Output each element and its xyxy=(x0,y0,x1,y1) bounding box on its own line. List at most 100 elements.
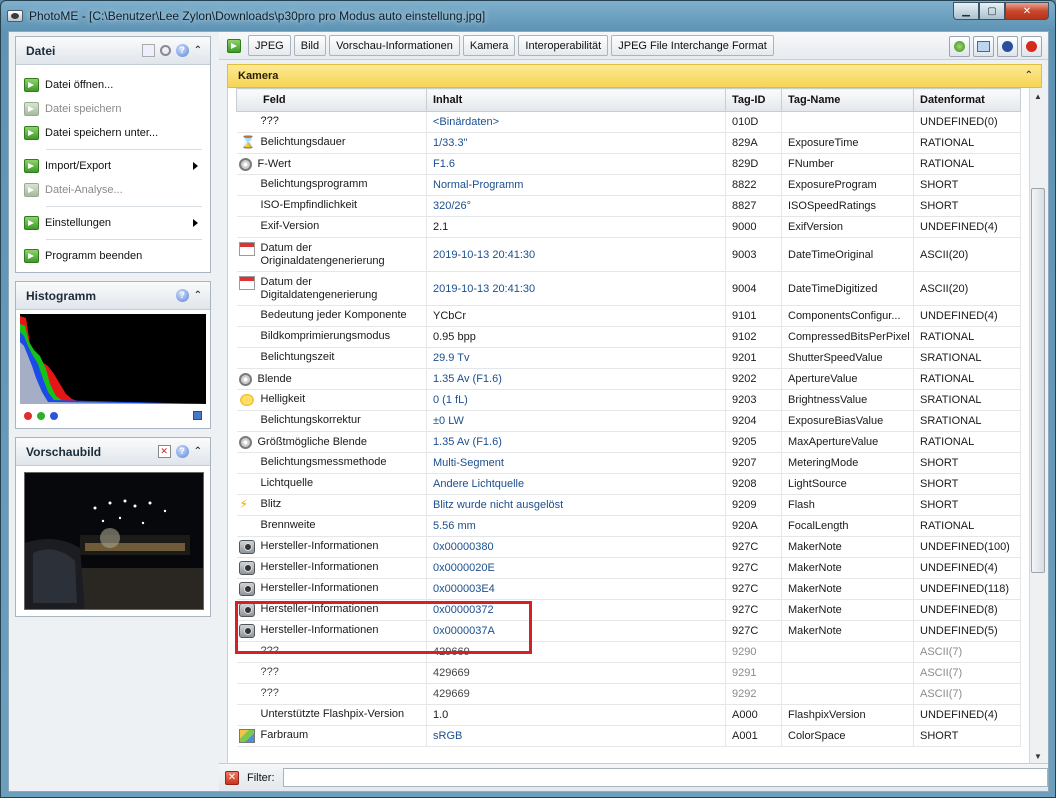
table-row[interactable]: ??? 429669 9292 ASCII(7) xyxy=(236,683,1021,705)
table-row[interactable]: Belichtungszeit 29.9 Tv 9201 ShutterSpeedVa… xyxy=(236,347,1021,369)
preview-panel-header[interactable]: Vorschaubild ✕ ? ⌃ xyxy=(16,438,210,466)
table-row[interactable]: ISO-Empfindlichkeit 320/26° 8827 ISOSpeedRa… xyxy=(236,195,1021,217)
table-row[interactable]: Hersteller-Informationen 0x000003E4 927C Ma… xyxy=(236,578,1021,600)
search-icon[interactable] xyxy=(159,45,171,56)
minimize-button[interactable]: ▁ xyxy=(953,2,979,20)
datei-menu-item[interactable]: Datei speichern unter... xyxy=(24,121,202,145)
blue-channel-toggle[interactable] xyxy=(50,412,58,420)
table-row[interactable]: Helligkeit 0 (1 fL) 9203 BrightnessValue SRA… xyxy=(236,389,1021,411)
green-channel-toggle[interactable] xyxy=(37,412,45,420)
green-arrow-icon xyxy=(24,159,39,173)
column-header[interactable]: Feld xyxy=(236,88,427,112)
table-row[interactable]: Exif-Version 2.1 9000 ExifVersion UNDEFINED(… xyxy=(236,216,1021,238)
thumbnail-container xyxy=(16,466,210,616)
feld-cell: Farbraum xyxy=(236,725,427,747)
feld-cell: ISO-Empfindlichkeit xyxy=(236,195,427,217)
table-row[interactable]: Bildkomprimierungsmodus 0.95 bpp 9102 Compr… xyxy=(236,326,1021,348)
table-row[interactable]: Belichtungsdauer 1/33.3"829AExposureTimeR… xyxy=(236,132,1021,154)
section-header-kamera[interactable]: Kamera ⌃ xyxy=(227,64,1042,88)
column-header[interactable]: Datenformat xyxy=(913,88,1021,112)
column-header[interactable]: Tag-Name xyxy=(781,88,914,112)
table-row[interactable]: Lichtquelle Andere Lichtquelle 9208 LightSo… xyxy=(236,473,1021,495)
red-channel-toggle[interactable] xyxy=(24,412,32,420)
feld-text: ??? xyxy=(260,645,279,657)
web-globe-icon[interactable] xyxy=(949,36,970,57)
table-row[interactable]: Hersteller-Informationen 0x0000037A 927C Ma… xyxy=(236,620,1021,642)
vertical-scrollbar[interactable]: ▲ ▼ xyxy=(1029,88,1046,765)
datei-menu-item[interactable]: Datei öffnen... xyxy=(24,73,202,97)
clear-filter-icon[interactable]: ✕ xyxy=(225,770,239,785)
table-row[interactable]: Belichtungskorrektur ±0 LW 9204 ExposureBia… xyxy=(236,410,1021,432)
datei-menu-item: Datei-Analyse... xyxy=(24,178,202,202)
datenformat-cell: SRATIONAL xyxy=(913,410,1021,432)
category-tab[interactable]: Interoperabilität xyxy=(518,35,609,56)
histogram-export-icon[interactable] xyxy=(193,411,202,420)
copy-icon[interactable] xyxy=(141,44,155,57)
collapse-icon[interactable]: ⌃ xyxy=(194,290,202,301)
table-row[interactable]: F-Wert F1.6 829D FNumber RATIONAL xyxy=(236,153,1021,175)
category-tab[interactable]: JPEG xyxy=(248,35,291,56)
category-tab[interactable]: Bild xyxy=(293,35,327,56)
table-row[interactable]: ??? 429669 9291 ASCII(7) xyxy=(236,662,1021,684)
datei-menu-item[interactable]: Programm beenden xyxy=(24,244,202,268)
table-row[interactable]: Belichtungsprogramm Normal-Programm 8822 Ex… xyxy=(236,174,1021,196)
feld-text: Bedeutung jeder Komponente xyxy=(260,309,407,321)
inhalt-cell: Andere Lichtquelle xyxy=(426,473,726,495)
tag-id-cell: 927C xyxy=(725,557,782,579)
table-row[interactable]: Belichtungsmessmethode Multi-Segment 9207 M… xyxy=(236,452,1021,474)
table-row[interactable]: Datum der Digitaldatengenerierung 2019-10… xyxy=(236,271,1021,306)
collapse-icon[interactable]: ⌃ xyxy=(194,446,202,457)
help-icon[interactable]: ? xyxy=(175,289,189,302)
go-arrow-icon[interactable] xyxy=(227,38,241,53)
table-row[interactable]: Blitz Blitz wurde nicht ausgelöst9209Flas… xyxy=(236,494,1021,516)
datenformat-cell: SRATIONAL xyxy=(913,347,1021,369)
remove-thumbnail-icon[interactable]: ✕ xyxy=(157,445,171,458)
maximize-button[interactable]: ▢ xyxy=(979,2,1005,20)
color-cube-icon xyxy=(238,729,255,743)
table-row[interactable]: ??? <Binärdaten> 010D UNDEFINED(0) xyxy=(236,111,1021,133)
table-row[interactable]: ??? 429669 9290 ASCII(7) xyxy=(236,641,1021,663)
scroll-up-button[interactable]: ▲ xyxy=(1030,88,1046,105)
collapse-icon[interactable]: ⌃ xyxy=(194,45,202,56)
image-view-icon[interactable] xyxy=(973,36,994,57)
datei-panel: Datei ? ⌃ Datei öffnen... Datei speichern… xyxy=(15,36,211,273)
filter-input[interactable] xyxy=(282,768,1048,787)
feld-text: Größtmögliche Blende xyxy=(257,435,367,448)
table-row[interactable]: Brennweite 5.56 mm 920A FocalLength RATIONAL xyxy=(236,515,1021,537)
info-icon[interactable] xyxy=(997,36,1018,57)
tag-id-cell: 9209 xyxy=(725,494,782,516)
category-tab[interactable]: Kamera xyxy=(462,35,516,56)
calendar-icon xyxy=(238,275,255,290)
help-icon[interactable]: ? xyxy=(175,44,189,57)
help-icon[interactable]: ? xyxy=(175,445,189,458)
table-row[interactable]: Hersteller-Informationen 0x0000020E 927C Ma… xyxy=(236,557,1021,579)
table-row[interactable]: Farbraum sRGB A001 ColorSpace SHORT xyxy=(236,725,1021,747)
table-row[interactable]: Größtmögliche Blende 1.35 Av (F1.6) 9205 Ma… xyxy=(236,431,1021,453)
column-header[interactable]: Tag-ID xyxy=(725,88,782,112)
table-row[interactable]: Hersteller-Informationen 0x00000380 927C Ma… xyxy=(236,536,1021,558)
feld-text: Datum der Digitaldatengenerierung xyxy=(260,275,378,301)
datei-menu-item[interactable]: Import/Export xyxy=(24,154,202,178)
scroll-thumb[interactable] xyxy=(1031,188,1045,573)
table-row[interactable]: Unterstützte Flashpix-Version 1.0 A000 Flas… xyxy=(236,704,1021,726)
histogram-panel-header[interactable]: Histogramm ? ⌃ xyxy=(16,282,210,310)
menu-item-label: Programm beenden xyxy=(45,250,143,262)
inhalt-cell: 1.35 Av (F1.6) xyxy=(426,431,726,453)
feld-cell: Belichtungszeit xyxy=(236,347,427,369)
category-tab[interactable]: JPEG File Interchange Format xyxy=(611,35,774,56)
datei-menu-item[interactable]: Einstellungen xyxy=(24,211,202,235)
collapse-icon[interactable]: ⌃ xyxy=(1025,70,1033,81)
bug-icon[interactable] xyxy=(1021,36,1042,57)
table-row[interactable]: Blende 1.35 Av (F1.6) 9202 ApertureValue RAT… xyxy=(236,368,1021,390)
category-tab[interactable]: Vorschau-Informationen xyxy=(329,35,460,56)
tag-id-cell: 9204 xyxy=(725,410,782,432)
close-button[interactable]: ✕ xyxy=(1005,2,1049,20)
title-bar[interactable]: PhotoME - [C:\Benutzer\Lee Zylon\Downloa… xyxy=(1,1,1055,31)
table-row[interactable]: Bedeutung jeder Komponente YCbCr 9101 Compo… xyxy=(236,305,1021,327)
datenformat-cell: ASCII(7) xyxy=(913,641,1021,663)
column-header[interactable]: Inhalt xyxy=(426,88,726,112)
table-body: ???<Binärdaten>010DUNDEFINED(0)Belichtun… xyxy=(236,111,1021,747)
table-row[interactable]: Datum der Originaldatengenerierung 2019-1… xyxy=(236,237,1021,272)
table-row[interactable]: Hersteller-Informationen 0x00000372 927C Ma… xyxy=(236,599,1021,621)
datei-panel-header[interactable]: Datei ? ⌃ xyxy=(16,37,210,65)
